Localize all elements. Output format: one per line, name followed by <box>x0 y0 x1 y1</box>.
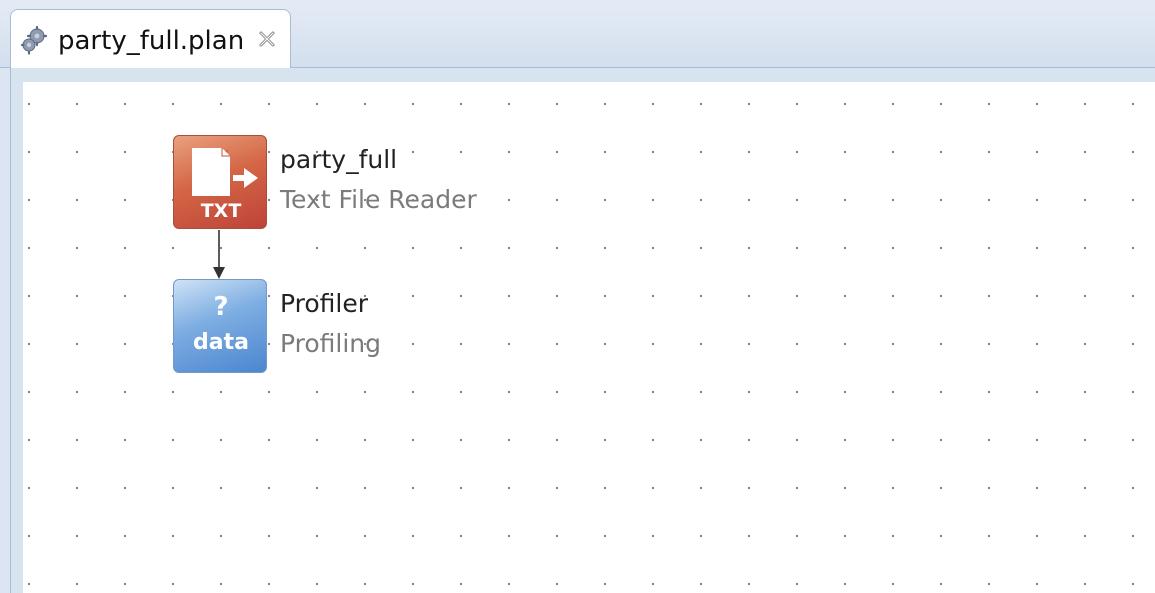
text-file-reader-icon[interactable]: TXT <box>173 135 267 229</box>
gears-icon <box>19 25 49 55</box>
node-badge-symbol: ? <box>213 292 229 322</box>
editor-tab-bar: party_full.plan <box>0 0 1155 69</box>
component-type: Profiling <box>280 329 382 358</box>
component-name: Profiler <box>280 289 369 318</box>
component-name: party_full <box>280 145 398 174</box>
node-badge-text: data <box>193 330 249 355</box>
job-canvas[interactable]: TXT party_full Text File Reader ? data P… <box>23 82 1155 593</box>
tab-title: party_full.plan <box>58 26 245 56</box>
tab-party-full-plan[interactable]: party_full.plan <box>10 9 291 69</box>
close-icon[interactable] <box>257 29 277 49</box>
node-badge-text: TXT <box>200 200 242 222</box>
profiler-data-icon[interactable]: ? data <box>173 279 267 373</box>
component-type: Text File Reader <box>280 185 477 214</box>
